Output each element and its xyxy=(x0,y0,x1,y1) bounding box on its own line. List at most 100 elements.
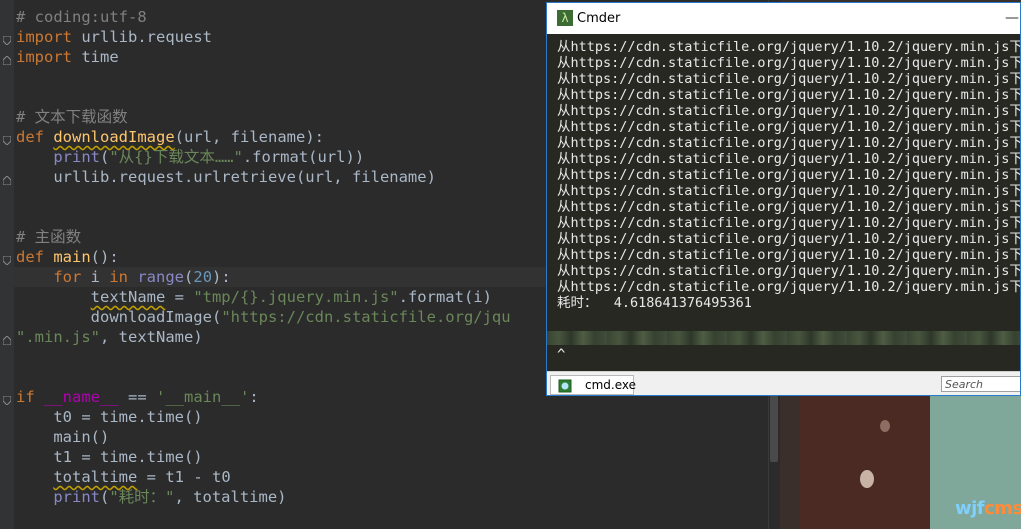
code-line[interactable]: # 主函数 xyxy=(16,227,81,247)
console-tab[interactable]: cmd.exe xyxy=(550,375,637,395)
code-line[interactable]: for i in range(20): xyxy=(16,267,231,287)
code-token: for xyxy=(53,268,82,286)
code-token: = t1 - t0 xyxy=(137,468,231,486)
console-line: 从https://cdn.staticfile.org/jquery/1.10.… xyxy=(557,247,1021,263)
code-token: import xyxy=(16,28,72,46)
console-line: 从https://cdn.staticfile.org/jquery/1.10.… xyxy=(557,39,1021,55)
code-token: print xyxy=(53,148,100,166)
console-line: 从https://cdn.staticfile.org/jquery/1.10.… xyxy=(557,231,1021,247)
code-token: "https://cdn.staticfile.org/jqu xyxy=(221,308,511,326)
code-token: t0 = time.time() xyxy=(16,408,203,426)
code-token: range xyxy=(137,268,185,286)
code-line[interactable]: ".min.js", textName) xyxy=(16,327,203,347)
code-token: ( xyxy=(184,268,194,286)
code-token: def xyxy=(16,248,44,266)
code-token: (): xyxy=(90,248,119,266)
fold-marker-icon[interactable] xyxy=(3,256,11,265)
code-token: = xyxy=(165,288,194,306)
code-line[interactable]: t1 = time.time() xyxy=(16,447,203,467)
code-token: ( xyxy=(100,488,110,506)
tab-label: cmd.exe xyxy=(585,378,637,392)
code-token: __name__ xyxy=(44,388,119,406)
code-token: main() xyxy=(16,428,110,446)
code-token: import xyxy=(16,48,72,66)
window-title: Cmder xyxy=(577,11,621,26)
minimize-icon[interactable]: — xyxy=(1005,11,1020,25)
code-line[interactable]: urllib.request.urlretrieve(url, filename… xyxy=(16,167,436,187)
code-token: , totaltime) xyxy=(174,488,287,506)
code-token: .format(i) xyxy=(398,288,492,306)
console-line: 从https://cdn.staticfile.org/jquery/1.10.… xyxy=(557,279,1021,295)
code-token: '__main__' xyxy=(156,388,250,406)
code-token: # coding:utf-8 xyxy=(16,8,147,26)
search-input[interactable] xyxy=(941,376,1020,392)
fold-marker-icon[interactable] xyxy=(3,36,11,45)
code-token: .format(url)) xyxy=(242,148,365,166)
console-line: 从https://cdn.staticfile.org/jquery/1.10.… xyxy=(557,263,1021,279)
code-token: print xyxy=(53,488,100,506)
fold-end-icon[interactable] xyxy=(3,336,11,345)
code-line[interactable]: downloadImage("https://cdn.staticfile.or… xyxy=(16,307,511,327)
code-token: def xyxy=(16,128,44,146)
wallpaper-knob xyxy=(880,420,890,432)
cmder-window[interactable]: λ Cmder — 从https://cdn.staticfile.org/jq… xyxy=(546,2,1021,396)
console-line: 从https://cdn.staticfile.org/jquery/1.10.… xyxy=(557,167,1021,183)
console-line: 从https://cdn.staticfile.org/jquery/1.10.… xyxy=(557,151,1021,167)
code-line[interactable]: if __name__ == '__main__': xyxy=(16,387,259,407)
code-token: "tmp/{}.jquery.min.js" xyxy=(193,288,399,306)
console-line: 从https://cdn.staticfile.org/jquery/1.10.… xyxy=(557,71,1021,87)
code-line[interactable]: # coding:utf-8 xyxy=(16,7,147,27)
code-line[interactable]: def downloadImage(url, filename): xyxy=(16,127,324,147)
fold-marker-icon[interactable] xyxy=(3,136,11,145)
fold-marker-icon[interactable] xyxy=(3,396,11,405)
fold-end-icon[interactable] xyxy=(3,176,11,185)
code-token: ( xyxy=(100,148,110,166)
code-token: i xyxy=(81,268,110,286)
code-token: downloadImage xyxy=(53,128,175,146)
code-line[interactable]: totaltime = t1 - t0 xyxy=(16,467,231,487)
code-token: ".min.js" xyxy=(16,328,100,346)
lambda-icon: λ xyxy=(557,10,573,26)
wallpaper-knob xyxy=(860,470,874,488)
code-token: urllib.request xyxy=(72,28,212,46)
code-token: downloadImage( xyxy=(16,308,222,326)
code-line[interactable]: print("从{}下载文本……".format(url)) xyxy=(16,147,364,167)
code-token: if xyxy=(16,388,35,406)
code-line[interactable]: def main(): xyxy=(16,247,119,267)
console-output[interactable]: 从https://cdn.staticfile.org/jquery/1.10.… xyxy=(557,39,1021,329)
code-token: 20 xyxy=(193,268,213,286)
code-token: in xyxy=(109,268,128,286)
console-line: 从https://cdn.staticfile.org/jquery/1.10.… xyxy=(557,87,1021,103)
console-line: 从https://cdn.staticfile.org/jquery/1.10.… xyxy=(557,103,1021,119)
code-token: (url, filename): xyxy=(174,128,324,146)
code-line[interactable]: textName = "tmp/{}.jquery.min.js".format… xyxy=(16,287,492,307)
console-tab-icon xyxy=(558,378,572,393)
code-line[interactable]: import time xyxy=(16,47,119,67)
console-line: 从https://cdn.staticfile.org/jquery/1.10.… xyxy=(557,183,1021,199)
cmder-titlebar[interactable]: λ Cmder — xyxy=(547,3,1020,34)
code-token: # 主函数 xyxy=(16,228,82,246)
console-line: 从https://cdn.staticfile.org/jquery/1.10.… xyxy=(557,215,1021,231)
console-line: 耗时： 4.618641376495361 xyxy=(557,295,752,311)
code-token: totaltime xyxy=(53,468,138,486)
code-line[interactable]: import urllib.request xyxy=(16,27,212,47)
editor-gutter xyxy=(0,0,14,529)
console-line: 从https://cdn.staticfile.org/jquery/1.10.… xyxy=(557,199,1021,215)
code-token: time xyxy=(72,48,119,66)
code-line[interactable]: t0 = time.time() xyxy=(16,407,203,427)
code-line[interactable]: # 文本下载函数 xyxy=(16,107,128,127)
code-token: main xyxy=(53,248,91,266)
console-prompt[interactable]: ^ xyxy=(557,347,565,363)
cmder-statusbar: cmd.exe xyxy=(547,371,1020,395)
console-line: 从https://cdn.staticfile.org/jquery/1.10.… xyxy=(557,55,1021,71)
fold-end-icon[interactable] xyxy=(3,56,11,65)
code-token: t1 = time.time() xyxy=(16,448,203,466)
code-line[interactable]: main() xyxy=(16,427,109,447)
code-line[interactable]: print("耗时：", totaltime) xyxy=(16,487,287,507)
code-token: ): xyxy=(212,268,231,286)
